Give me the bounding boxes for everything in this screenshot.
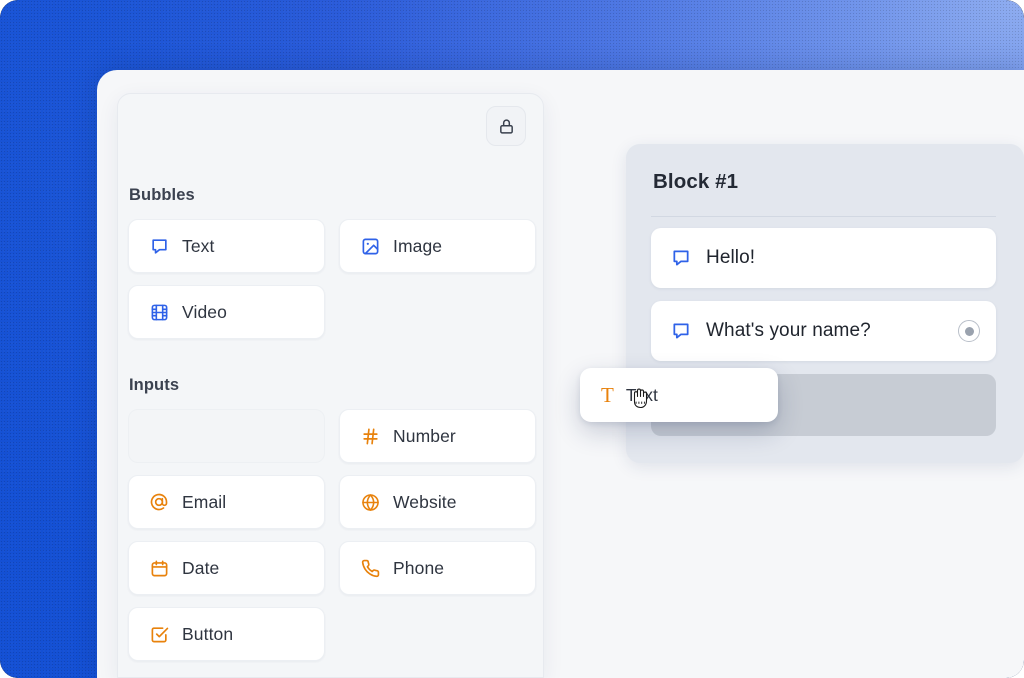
connection-endpoint-handle[interactable] bbox=[958, 320, 980, 342]
image-icon bbox=[359, 235, 381, 257]
section-title-inputs: Inputs bbox=[129, 376, 179, 395]
block-row-label: Hello! bbox=[706, 247, 980, 269]
blocks-sidebar: Bubbles Text Image bbox=[117, 93, 544, 678]
bubbles-grid: Text Image bbox=[128, 219, 536, 339]
input-item-button[interactable]: Button bbox=[128, 607, 325, 661]
input-item-label: Phone bbox=[393, 558, 444, 579]
lock-sidebar-button[interactable] bbox=[486, 106, 526, 146]
input-item-label: Date bbox=[182, 558, 219, 579]
input-item-label: Email bbox=[182, 492, 226, 513]
dragging-card-label: Text bbox=[626, 385, 658, 406]
block-item-image[interactable]: Image bbox=[339, 219, 536, 273]
message-square-icon bbox=[670, 320, 692, 342]
block-row-hello[interactable]: Hello! bbox=[651, 228, 996, 288]
text-type-icon: T bbox=[601, 385, 614, 406]
input-item-label: Website bbox=[393, 492, 457, 513]
block-row-question[interactable]: What's your name? bbox=[651, 301, 996, 361]
inputs-grid: Number Email bbox=[128, 409, 536, 661]
input-item-email[interactable]: Email bbox=[128, 475, 325, 529]
section-title-bubbles: Bubbles bbox=[129, 186, 195, 205]
input-item-label: Button bbox=[182, 624, 233, 645]
block-item-video[interactable]: Video bbox=[128, 285, 325, 339]
input-item-phone[interactable]: Phone bbox=[339, 541, 536, 595]
dragging-text-input-card[interactable]: T Text bbox=[580, 368, 778, 422]
hash-icon bbox=[359, 425, 381, 447]
block-title: Block #1 bbox=[653, 170, 738, 194]
screen: Bubbles Text Image bbox=[0, 0, 1024, 678]
globe-icon bbox=[359, 491, 381, 513]
message-square-icon bbox=[148, 235, 170, 257]
input-item-date[interactable]: Date bbox=[128, 541, 325, 595]
message-square-icon bbox=[670, 247, 692, 269]
block-item-label: Video bbox=[182, 302, 227, 323]
block-divider bbox=[651, 216, 996, 217]
input-item-label: Number bbox=[393, 426, 456, 447]
input-item-number[interactable]: Number bbox=[339, 409, 536, 463]
block-row-label: What's your name? bbox=[706, 320, 944, 342]
block-item-label: Image bbox=[393, 236, 442, 257]
check-square-icon bbox=[148, 623, 170, 645]
block-item-text[interactable]: Text bbox=[128, 219, 325, 273]
lock-icon bbox=[495, 115, 517, 137]
phone-icon bbox=[359, 557, 381, 579]
at-sign-icon bbox=[148, 491, 170, 513]
block-item-label: Text bbox=[182, 236, 215, 257]
input-item-text-empty-slot[interactable] bbox=[128, 409, 325, 463]
calendar-icon bbox=[148, 557, 170, 579]
input-item-website[interactable]: Website bbox=[339, 475, 536, 529]
film-icon bbox=[148, 301, 170, 323]
